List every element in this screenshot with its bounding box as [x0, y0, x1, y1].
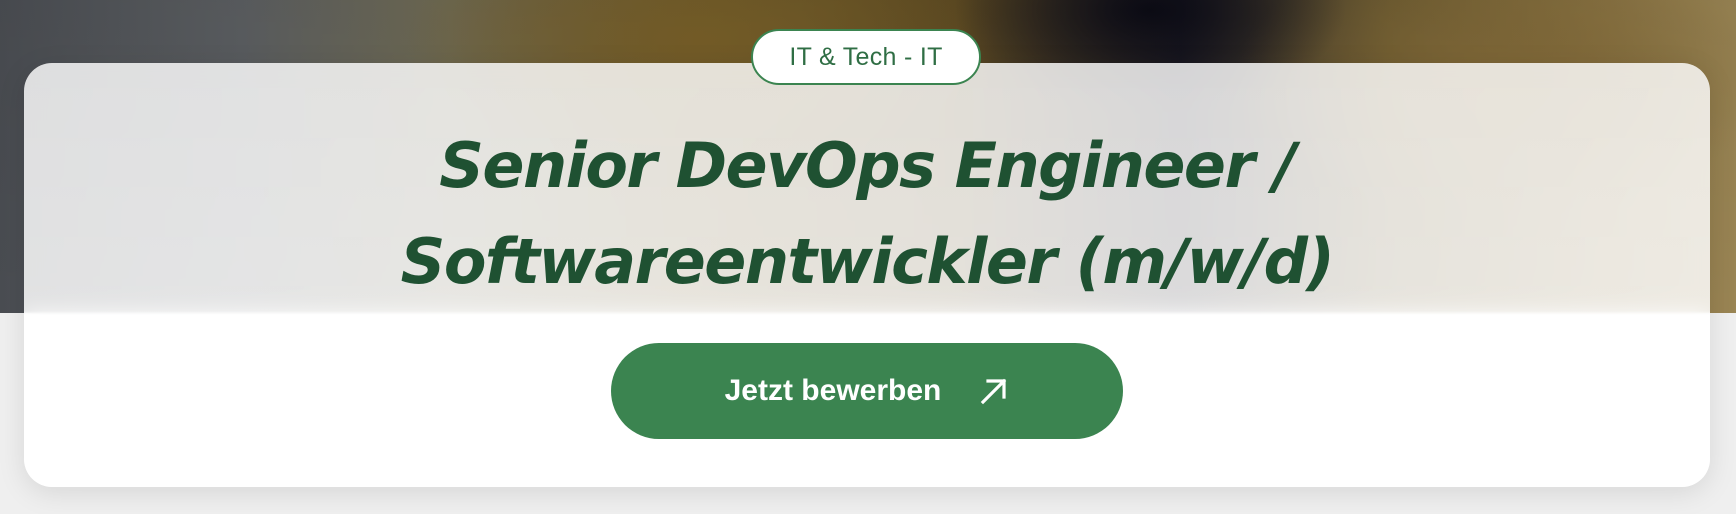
category-badge: IT & Tech - IT	[751, 29, 981, 85]
apply-button[interactable]: Jetzt bewerben	[611, 343, 1123, 439]
apply-button-label: Jetzt bewerben	[724, 374, 942, 407]
job-title: Senior DevOps Engineer / Softwareentwick…	[24, 118, 1710, 310]
arrow-up-right-icon	[979, 376, 1009, 406]
job-hero: IT & Tech - IT Senior DevOps Engineer / …	[0, 0, 1736, 514]
job-title-line-2: Softwareentwickler (m/w/d)	[400, 225, 1335, 298]
job-title-line-1: Senior DevOps Engineer /	[439, 129, 1296, 202]
